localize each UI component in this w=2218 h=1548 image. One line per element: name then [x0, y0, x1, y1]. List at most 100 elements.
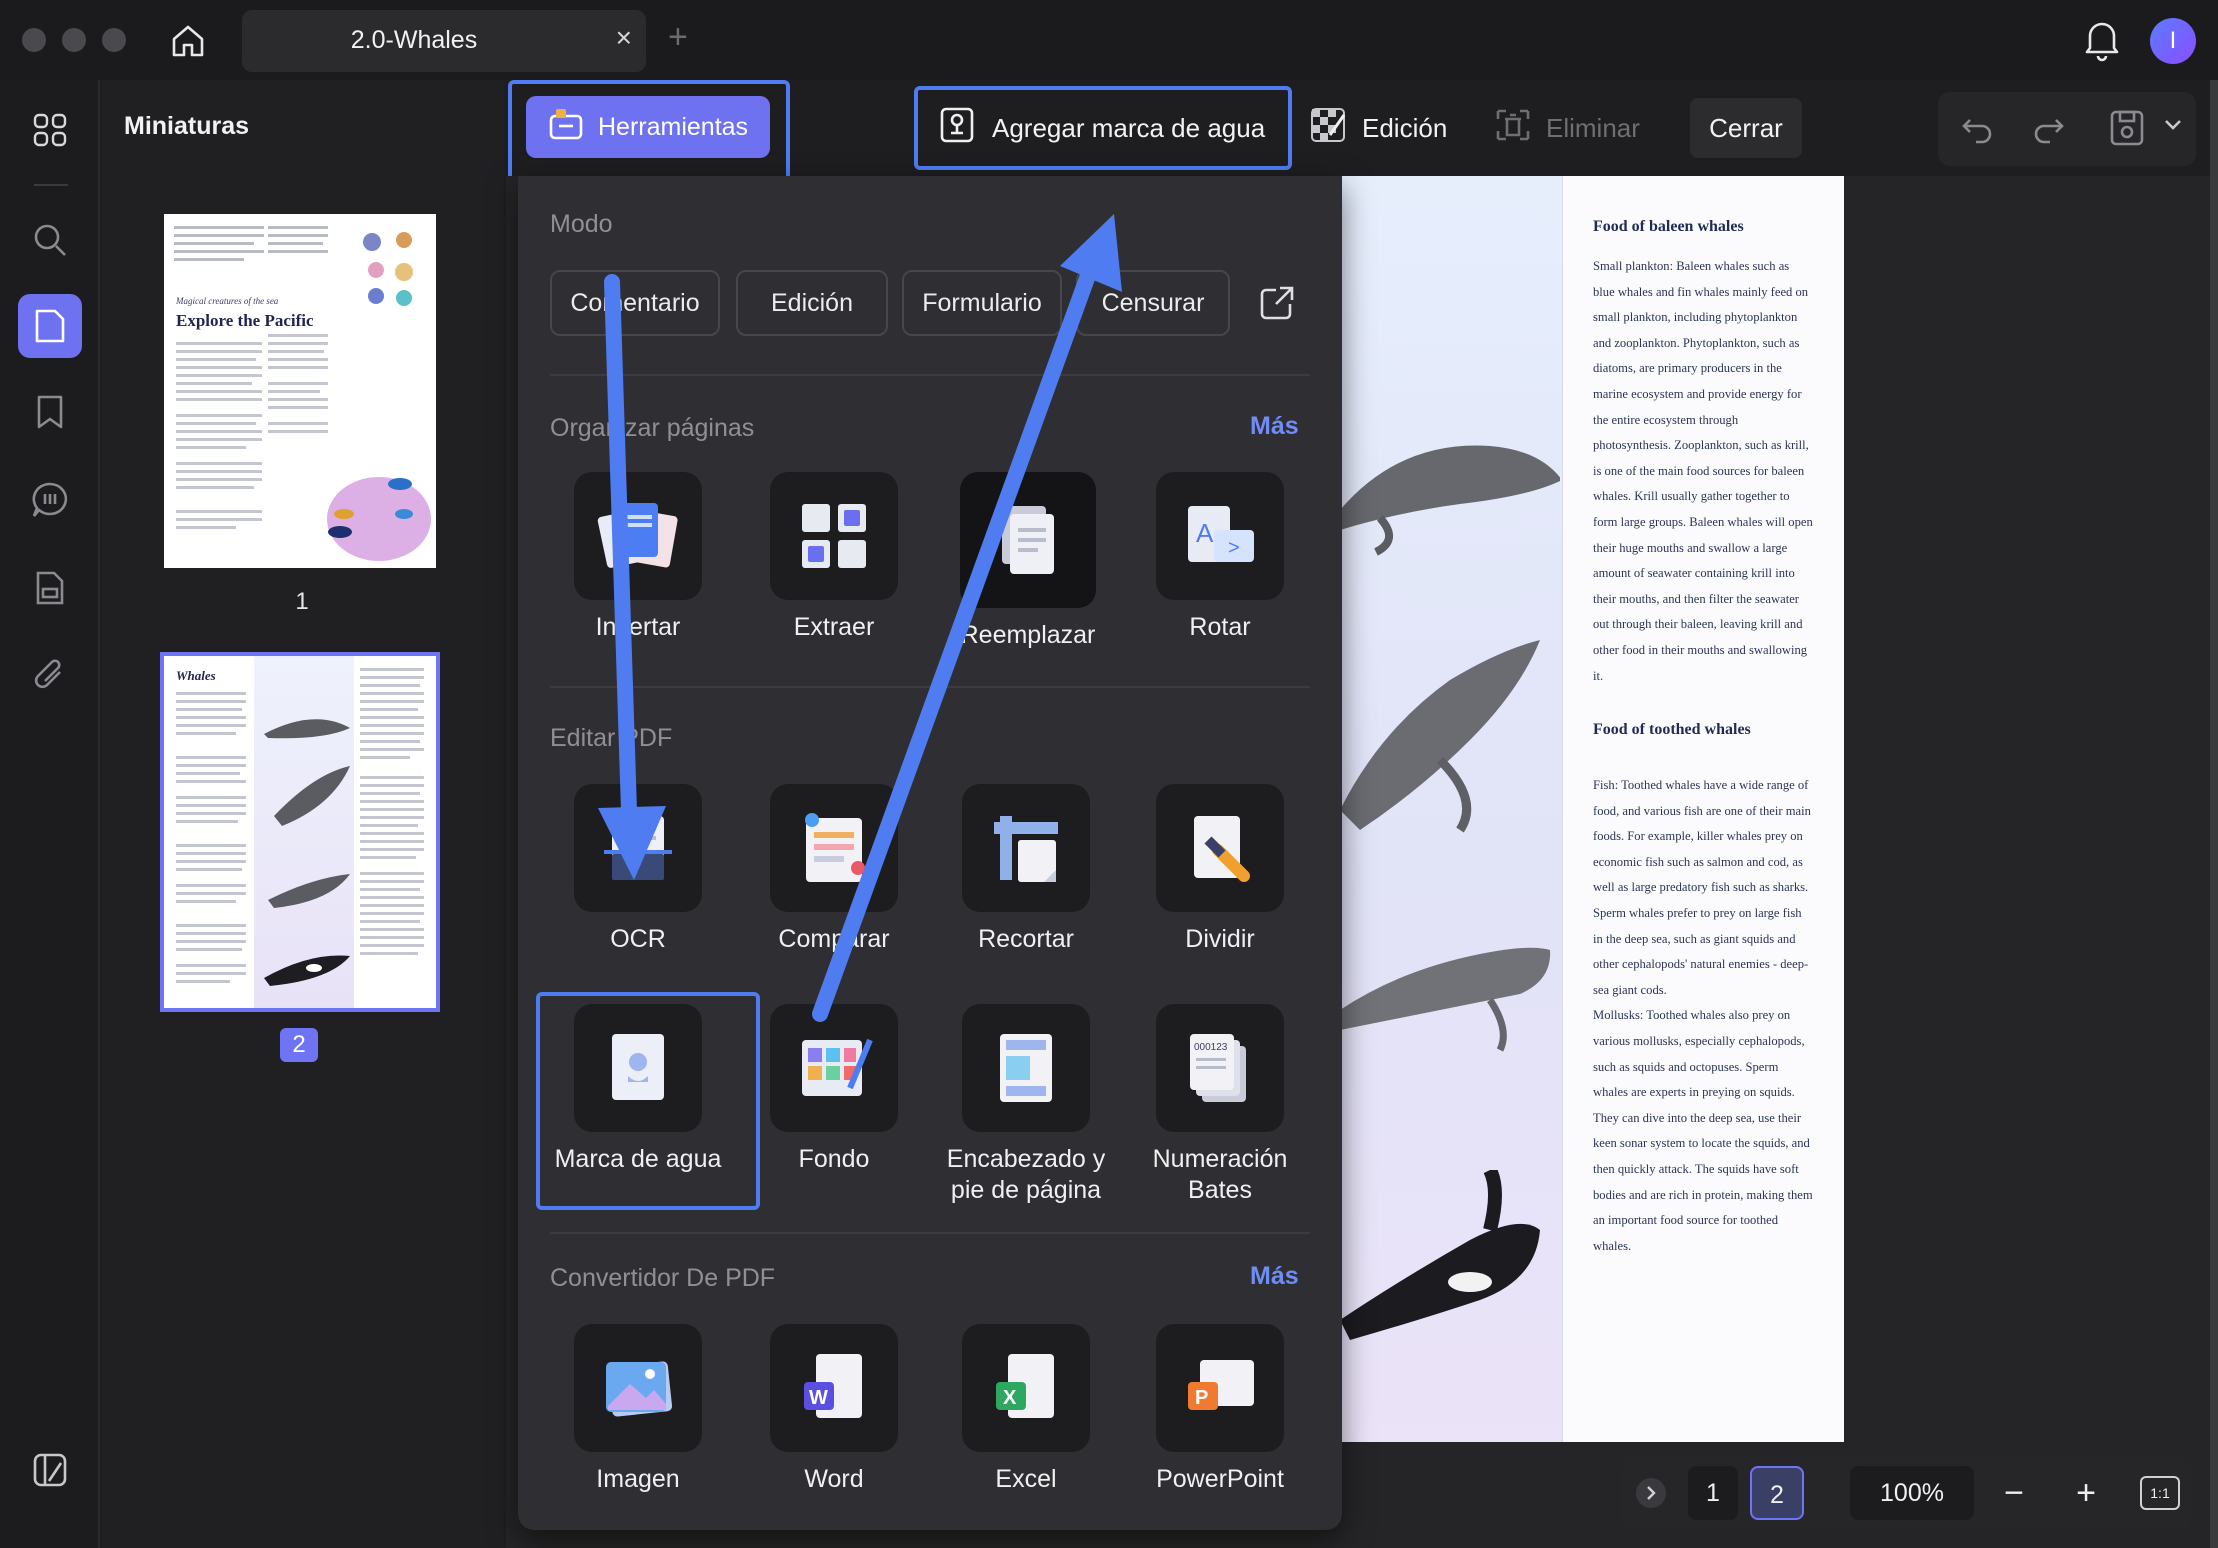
save-icon[interactable]: [2108, 108, 2146, 153]
add-watermark-label: Agregar marca de agua: [992, 112, 1266, 143]
redo-icon[interactable]: [2030, 110, 2066, 151]
external-open-icon[interactable]: [1258, 284, 1296, 327]
window-close-dot[interactable]: [22, 28, 46, 52]
bates-numbering-label: Numeración Bates: [1152, 1145, 1288, 1204]
edit-watermark-button[interactable]: Edición: [1308, 102, 1447, 154]
to-word-tool[interactable]: W Word: [744, 1324, 924, 1495]
zoom-out-button[interactable]: −: [1994, 1466, 2034, 1520]
thumbnails-title: Miniaturas: [124, 112, 250, 140]
delete-label: Eliminar: [1546, 112, 1640, 143]
svg-text:W: W: [809, 1387, 828, 1409]
extract-label: Extraer: [793, 613, 875, 641]
svg-text:Magical creatures of the sea: Magical creatures of the sea: [175, 296, 279, 306]
compare-tool[interactable]: Comparar: [744, 784, 924, 955]
add-watermark-button[interactable]: Agregar marca de agua: [914, 86, 1292, 170]
converter-more-link[interactable]: Más: [1250, 1262, 1299, 1291]
page-2-button[interactable]: 2: [1750, 1466, 1804, 1520]
mode-redact-chip[interactable]: Censurar: [1076, 270, 1230, 336]
chevron-right-icon[interactable]: [1636, 1478, 1666, 1508]
paragraph-toothed-fish: Fish: Toothed whales have a wide range o…: [1593, 778, 1811, 997]
edit-pdf-section-title: Editar PDF: [550, 724, 673, 752]
svg-text:A: A: [1196, 518, 1214, 548]
to-excel-label: Excel: [995, 1465, 1057, 1493]
undo-icon[interactable]: [1960, 110, 1996, 151]
search-icon[interactable]: [22, 212, 78, 268]
header-footer-icon: [962, 1004, 1090, 1132]
header-footer-label: Encabezado y pie de página: [946, 1145, 1106, 1204]
close-tab-icon[interactable]: ×: [616, 22, 632, 54]
divider: [550, 374, 1310, 376]
close-watermark-button[interactable]: Cerrar: [1690, 98, 1802, 158]
to-excel-tool[interactable]: X Excel: [936, 1324, 1116, 1495]
to-image-label: Imagen: [596, 1465, 680, 1493]
crop-tool[interactable]: Recortar: [936, 784, 1116, 955]
rotate-tool[interactable]: A > Rotar: [1130, 472, 1310, 643]
bell-icon[interactable]: [2080, 16, 2124, 67]
split-tool[interactable]: Dividir: [1130, 784, 1310, 955]
paragraph-toothed-mollusks: Mollusks: Toothed whales also prey on va…: [1593, 1008, 1813, 1253]
form-page-icon[interactable]: [22, 560, 78, 616]
to-image-tool[interactable]: Imagen: [548, 1324, 728, 1495]
extract-tool[interactable]: Extraer: [744, 472, 924, 643]
svg-text:X: X: [1003, 1387, 1017, 1409]
whale-illustration-2: [1340, 640, 1540, 833]
excel-file-icon: X: [962, 1324, 1090, 1452]
delete-watermark-button[interactable]: Eliminar: [1494, 102, 1640, 154]
new-tab-button[interactable]: +: [668, 18, 688, 57]
mode-section-title: Modo: [550, 210, 613, 238]
chevron-down-icon[interactable]: [2164, 118, 2182, 137]
zoom-level[interactable]: 100%: [1850, 1466, 1974, 1520]
document-tab[interactable]: 2.0-Whales ×: [242, 10, 646, 72]
edit-label: Edición: [1362, 112, 1448, 143]
zoom-in-button[interactable]: +: [2066, 1466, 2106, 1520]
bookmark-icon[interactable]: [22, 384, 78, 440]
replace-label: Reemplazar: [960, 621, 1096, 649]
trash-icon: [1494, 105, 1532, 152]
to-powerpoint-tool[interactable]: P PowerPoint: [1130, 1324, 1310, 1495]
divider: [550, 1232, 1310, 1234]
header-footer-tool[interactable]: Encabezado y pie de página: [936, 1004, 1116, 1206]
whale-illustration-3: [1340, 947, 1551, 1052]
heading-toothed-food: Food of toothed whales: [1593, 721, 1751, 739]
checker-brush-icon: [1308, 105, 1348, 152]
history-controls: [1938, 92, 2196, 166]
avatar[interactable]: I: [2150, 18, 2196, 64]
ocr-tool[interactable]: OCR: [548, 784, 728, 955]
ocr-label: OCR: [610, 925, 666, 953]
comment-icon[interactable]: [22, 472, 78, 528]
heading-baleen-food: Food of baleen whales: [1593, 218, 1744, 235]
thumbnail-page-number-2: 2: [280, 1028, 318, 1062]
attachment-icon[interactable]: [22, 646, 78, 702]
svg-text:Explore the Pacific: Explore the Pacific: [176, 311, 314, 330]
svg-text:P: P: [1195, 1387, 1208, 1409]
page-thumbnail-1[interactable]: Magical creatures of the sea Explore the…: [164, 214, 436, 568]
mode-edit-chip[interactable]: Edición: [736, 270, 888, 336]
thumbnails-page-icon[interactable]: [18, 294, 82, 358]
word-file-icon: W: [770, 1324, 898, 1452]
fit-actual-size-button[interactable]: 1:1: [2140, 1476, 2180, 1510]
scrollbar[interactable]: [2210, 80, 2218, 1548]
mode-form-chip[interactable]: Formulario: [902, 270, 1062, 336]
page-thumbnail-2[interactable]: Whales: [160, 652, 440, 1012]
powerpoint-file-icon: P: [1156, 1324, 1284, 1452]
crop-label: Recortar: [978, 925, 1074, 953]
window-zoom-dot[interactable]: [102, 28, 126, 52]
home-icon[interactable]: [160, 16, 216, 66]
page-1-button[interactable]: 1: [1688, 1466, 1738, 1520]
ocr-scan-icon: [574, 784, 702, 912]
converter-section-title: Convertidor De PDF: [550, 1264, 776, 1292]
replace-tool[interactable]: Reemplazar: [938, 472, 1118, 651]
insert-tool[interactable]: Insertar: [548, 472, 728, 643]
document-tab-title: 2.0-Whales: [350, 26, 478, 54]
sidebar-toggle-icon[interactable]: [22, 1442, 78, 1498]
mode-comment-chip[interactable]: Comentario: [550, 270, 720, 336]
window-minimize-dot[interactable]: [62, 28, 86, 52]
insert-label: Insertar: [595, 613, 681, 641]
bates-numbering-tool[interactable]: 000123 Numeración Bates: [1130, 1004, 1310, 1206]
background-tool[interactable]: Fondo: [744, 1004, 924, 1175]
organize-more-link[interactable]: Más: [1250, 412, 1299, 441]
bates-pages-icon: 000123: [1156, 1004, 1284, 1132]
thumbnail-page-number-1: 1: [295, 588, 309, 615]
apps-grid-icon[interactable]: [22, 102, 78, 158]
svg-text:>: >: [1228, 537, 1240, 559]
